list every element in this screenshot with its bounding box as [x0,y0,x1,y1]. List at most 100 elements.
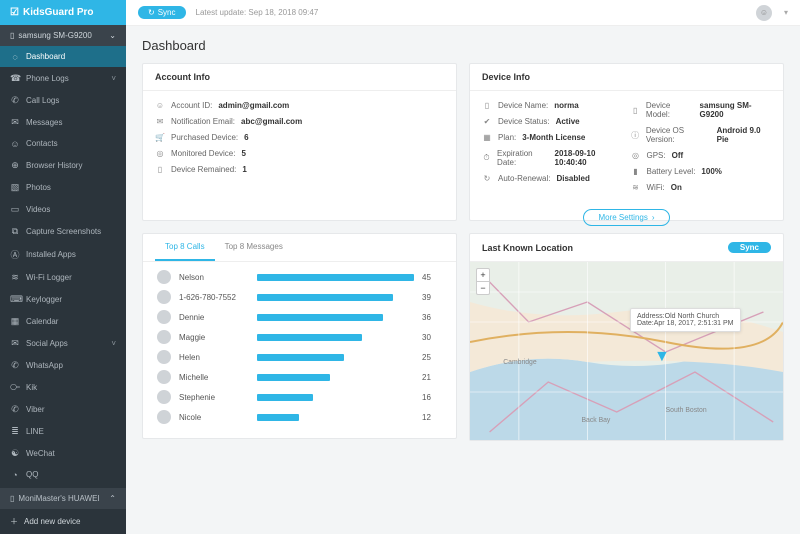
sidebar-item-line[interactable]: ≣LINE [0,420,126,442]
tabs: Top 8 Calls Top 8 Messages [143,234,456,262]
info-row: ▦Plan: 3-Month License [482,133,623,142]
info-value: 6 [244,133,248,142]
device-selector[interactable]: ▯samsung SM-G9200 ⌄ [0,25,126,46]
nav-label: Browser History [26,161,82,170]
sidebar-item-contacts[interactable]: ☺Contacts [0,133,126,154]
top-calls-card: Top 8 Calls Top 8 Messages Nelson451-626… [142,233,457,439]
tooltip-date: Date:Apr 18, 2017, 2:51:31 PM [637,320,734,327]
sidebar-item-location[interactable]: ◎Location [0,485,126,488]
nav-label: Social Apps [26,339,68,348]
info-row: ⓘDevice OS Version: Android 9.0 Pie [631,126,772,144]
chevron-down-icon: ˅ [111,339,116,348]
nav-icon: ⧃ [10,382,20,393]
info-row: ↻Auto-Renewal: Disabled [482,174,623,183]
call-row: Helen 25 [157,350,442,364]
info-value: 1 [242,165,246,174]
sidebar-item-wechat[interactable]: ☯WeChat [0,442,126,464]
chevron-down-icon[interactable]: ▾ [784,8,788,17]
location-sync-button[interactable]: Sync [728,242,771,253]
info-row: ▯Device Model: samsung SM-G9200 [631,101,772,119]
footer-device[interactable]: ▯MoniMaster's HUAWEI ⌃ [0,488,126,509]
nav-icon: ▦ [10,316,20,327]
sidebar-item-wi-fi-logger[interactable]: ≋Wi-Fi Logger [0,266,126,288]
sidebar-item-installed-apps[interactable]: ⒶInstalled Apps [0,242,126,266]
sidebar-item-videos[interactable]: ▭Videos [0,198,126,220]
avatar [157,410,171,424]
sidebar-item-phone-logs[interactable]: ☎Phone Logs˅ [0,67,126,89]
nav-icon: ☎ [10,73,20,84]
avatar [157,370,171,384]
nav-label: Phone Logs [26,74,69,83]
info-icon: ≋ [631,183,641,192]
info-icon: ☺ [155,101,165,110]
info-row: ◎GPS: Off [631,151,772,160]
sync-button[interactable]: ↻ Sync [138,6,186,19]
call-name: Helen [179,353,249,362]
info-value: Disabled [556,174,589,183]
nav-icon: ✆ [10,360,20,371]
sidebar-item-capture-screenshots[interactable]: ⧉Capture Screenshots [0,220,126,242]
sidebar-item-call-logs[interactable]: ✆Call Logs [0,89,126,111]
sidebar-item-whatsapp[interactable]: ✆WhatsApp [0,354,126,376]
info-key: WiFi: [647,183,665,192]
sidebar-item-dashboard[interactable]: ◌Dashboard [0,46,126,67]
info-value: admin@gmail.com [218,101,289,110]
sync-icon: ↻ [148,8,155,17]
zoom-in-button[interactable]: + [477,269,489,282]
info-value: samsung SM-G9200 [700,101,771,119]
bar-fill [257,274,414,281]
info-icon: ⏱ [482,153,491,163]
avatar [157,270,171,284]
chevron-right-icon: › [652,213,655,222]
call-value: 45 [422,273,442,282]
map[interactable]: Cambridge South Boston Back Bay [470,262,783,440]
sidebar-item-photos[interactable]: ▧Photos [0,176,126,198]
nav-icon: ⌨ [10,294,20,305]
user-avatar[interactable]: ☺ [756,5,772,21]
nav-label: Kik [26,383,37,392]
nav-icon: ◌ [10,52,20,62]
svg-text:Cambridge: Cambridge [503,359,537,366]
call-value: 12 [422,413,442,422]
info-key: GPS: [647,151,666,160]
footer-device-label: MoniMaster's HUAWEI [18,494,99,503]
info-value: 100% [701,167,721,176]
call-name: Nelson [179,273,249,282]
last-update-text: Latest update: Sep 18, 2018 09:47 [196,8,319,17]
sidebar-item-keylogger[interactable]: ⌨Keylogger [0,288,126,310]
nav-icon: ≣ [10,426,20,437]
info-row: ✉Notification Email: abc@gmail.com [155,117,444,126]
call-value: 30 [422,333,442,342]
tab-messages[interactable]: Top 8 Messages [215,234,293,261]
info-row: 🛒Purchased Device: 6 [155,133,444,142]
sidebar-item-viber[interactable]: ✆Viber [0,398,126,420]
info-row: ⏱Expiration Date: 2018-09-10 10:40:40 [482,149,623,167]
plus-icon: ＋ [10,516,18,527]
sidebar-item-qq[interactable]: ◔QQ [0,464,126,485]
nav: ◌Dashboard ☎ Phone Logs ˅ ✆Call Logs✉Message… [0,46,126,488]
card-title: Device Info [482,72,530,82]
info-icon: ▯ [631,106,640,115]
sidebar-item-social-apps[interactable]: ✉Social Apps˅ [0,332,126,354]
more-settings-button[interactable]: More Settings › [583,209,669,226]
device-selector-label: samsung SM-G9200 [18,31,91,40]
sidebar-item-messages[interactable]: ✉Messages [0,111,126,133]
sidebar-item-browser-history[interactable]: ⊕Browser History [0,154,126,176]
zoom-out-button[interactable]: − [477,282,489,294]
avatar [157,290,171,304]
add-device-button[interactable]: ＋ Add new device [0,509,126,534]
sidebar-item-kik[interactable]: ⧃ Kik [0,376,126,398]
tab-calls[interactable]: Top 8 Calls [155,234,215,261]
nav-label: Calendar [26,317,58,326]
call-name: Michelle [179,373,249,382]
info-icon: ◎ [631,151,641,160]
call-value: 25 [422,353,442,362]
bar-track [257,314,414,321]
info-value: On [671,183,682,192]
nav-icon: ☯ [10,448,20,459]
brand-logo: ☑ KidsGuard Pro [0,0,126,25]
avatar [157,310,171,324]
bar-fill [257,314,383,321]
call-row: Dennie36 [157,310,442,324]
sidebar-item-calendar[interactable]: ▦ Calendar [0,310,126,332]
